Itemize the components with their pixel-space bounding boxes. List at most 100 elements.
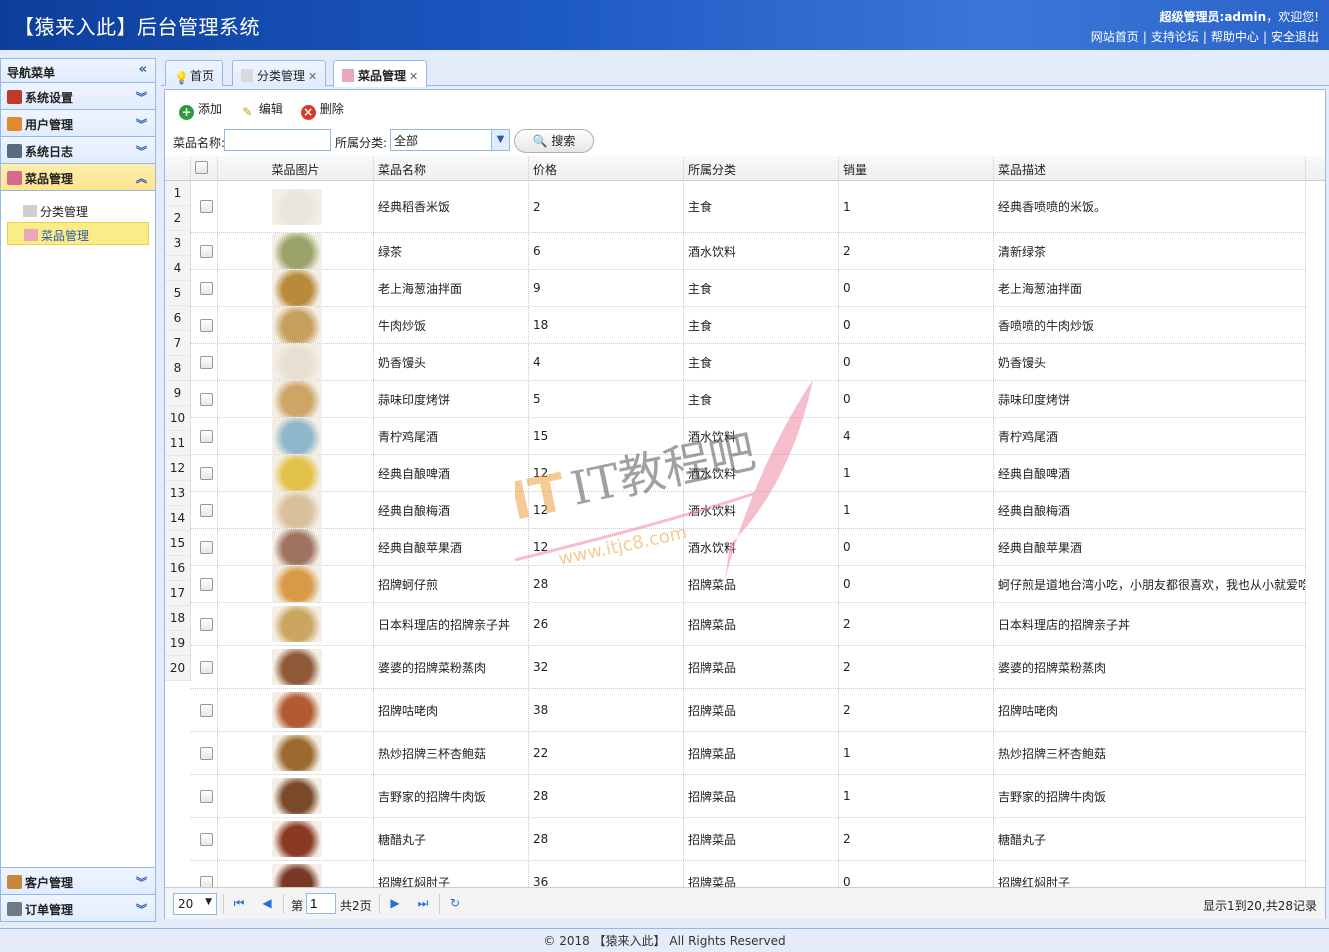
table-row[interactable]: 牛肉炒饭 18 主食 0 香喷喷的牛肉炒饭 xyxy=(191,307,1306,344)
edit-button[interactable]: ✎ 编辑 xyxy=(240,100,283,120)
row-checkbox[interactable] xyxy=(200,355,213,369)
chevron-down-icon[interactable]: ︾ xyxy=(136,874,147,890)
chevron-down-icon[interactable]: ︾ xyxy=(136,89,147,105)
row-checkbox[interactable] xyxy=(200,660,213,674)
sidebar-section-top-3[interactable]: 菜品管理 ︽ xyxy=(1,164,155,191)
table-row[interactable]: 经典自酿梅酒 12 酒水饮料 1 经典自酿梅酒 xyxy=(191,492,1306,529)
table-row[interactable]: 蒜味印度烤饼 5 主食 0 蒜味印度烤饼 xyxy=(191,381,1306,418)
cell-name: 招牌咕咾肉 xyxy=(374,689,529,731)
row-checkbox[interactable] xyxy=(200,503,213,517)
table-row[interactable]: 招牌红焖肘子 36 招牌菜品 0 招牌红焖肘子 xyxy=(191,861,1306,887)
add-button[interactable]: + 添加 xyxy=(179,100,222,120)
col-header-image[interactable]: 菜品图片 xyxy=(218,156,374,181)
category-select[interactable]: 全部 ▼ xyxy=(390,129,510,151)
table-row[interactable]: 热炒招牌三杯杏鲍菇 22 招牌菜品 1 热炒招牌三杯杏鲍菇 xyxy=(191,732,1306,775)
cell-category: 招牌菜品 xyxy=(684,818,839,860)
table-row[interactable]: 老上海葱油拌面 9 主食 0 老上海葱油拌面 xyxy=(191,270,1306,307)
row-checkbox[interactable] xyxy=(200,789,213,803)
row-checkbox[interactable] xyxy=(200,200,213,213)
sidebar-section-top-1[interactable]: 用户管理 ︾ xyxy=(1,110,155,137)
delete-button[interactable]: × 删除 xyxy=(300,100,344,120)
row-checkbox[interactable] xyxy=(200,875,213,887)
row-checkbox[interactable] xyxy=(200,746,213,760)
table-row[interactable]: 青柠鸡尾酒 15 酒水饮料 4 青柠鸡尾酒 xyxy=(191,418,1306,455)
cell-desc: 蒜味印度烤饼 xyxy=(994,381,1306,417)
link-support-forum[interactable]: 支持论坛 xyxy=(1151,30,1199,44)
select-all-checkbox[interactable] xyxy=(195,161,208,174)
table-row[interactable]: 绿茶 6 酒水饮料 2 清新绿茶 xyxy=(191,233,1306,270)
chevron-down-icon[interactable]: ︾ xyxy=(136,901,147,917)
col-header-sales[interactable]: 销量 xyxy=(839,156,994,181)
chevron-down-icon[interactable]: ▼ xyxy=(491,130,509,150)
first-page-icon[interactable]: ⏮ xyxy=(231,895,247,911)
row-checkbox[interactable] xyxy=(200,244,213,258)
row-checkbox[interactable] xyxy=(200,318,213,332)
table-row[interactable]: 奶香馒头 4 主食 0 奶香馒头 xyxy=(191,344,1306,381)
chevron-down-icon[interactable]: ︾ xyxy=(136,143,147,159)
row-checkbox[interactable] xyxy=(200,281,213,295)
row-checkbox[interactable] xyxy=(200,540,213,554)
col-header-category[interactable]: 所属分类 xyxy=(684,156,839,181)
prev-page-icon[interactable]: ◀ xyxy=(259,895,275,911)
page-number-input[interactable] xyxy=(306,893,336,914)
image-cell xyxy=(218,775,374,817)
row-checkbox[interactable] xyxy=(200,392,213,406)
app-header: 【猿来入此】后台管理系统 超级管理员:admin，欢迎您! 网站首页 | 支持论坛 |… xyxy=(0,0,1329,50)
cell-desc: 招牌红焖肘子 xyxy=(994,861,1306,887)
sidebar-section-bottom-1[interactable]: 订单管理 ︾ xyxy=(1,895,155,922)
cell-price: 12 xyxy=(529,529,684,565)
sidebar-section-bottom-0[interactable]: 客户管理 ︾ xyxy=(1,868,155,895)
table-row[interactable]: 吉野家的招牌牛肉饭 28 招牌菜品 1 吉野家的招牌牛肉饭 xyxy=(191,775,1306,818)
tab-dish-management[interactable]: 菜品管理 ✕ xyxy=(333,60,428,87)
link-help-center[interactable]: 帮助中心 xyxy=(1211,30,1259,44)
top-links: 网站首页 | 支持论坛 | 帮助中心 | 安全退出 xyxy=(1090,30,1319,44)
plus-icon: + xyxy=(179,105,194,120)
dish-thumbnail xyxy=(272,649,322,685)
row-checkbox[interactable] xyxy=(200,617,213,631)
table-row[interactable]: 婆婆的招牌菜粉蒸肉 32 招牌菜品 2 婆婆的招牌菜粉蒸肉 xyxy=(191,646,1306,689)
row-checkbox[interactable] xyxy=(200,703,213,717)
dish-name-input[interactable] xyxy=(224,129,331,151)
table-row[interactable]: 经典自酿啤酒 12 酒水饮料 1 经典自酿啤酒 xyxy=(191,455,1306,492)
cell-category: 主食 xyxy=(684,307,839,343)
sidebar-section-top-0[interactable]: 系统设置 ︾ xyxy=(1,83,155,110)
collapse-sidebar-icon[interactable]: « xyxy=(139,62,147,77)
chevron-down-icon[interactable]: ︾ xyxy=(136,116,147,132)
next-page-icon[interactable]: ▶ xyxy=(387,895,403,911)
tab-home[interactable]: 💡首页 xyxy=(165,60,224,86)
dish-thumbnail xyxy=(272,188,322,225)
tab-category-management[interactable]: 分类管理 ✕ xyxy=(232,60,327,86)
col-header-price[interactable]: 价格 xyxy=(529,156,684,181)
sidebar-sub-item-0[interactable]: 分类管理 xyxy=(1,199,155,222)
link-logout[interactable]: 安全退出 xyxy=(1271,30,1319,44)
col-header-desc[interactable]: 菜品描述 xyxy=(994,156,1306,181)
cell-sales: 0 xyxy=(839,307,994,343)
row-number: 12 xyxy=(165,456,190,481)
col-header-name[interactable]: 菜品名称 xyxy=(374,156,529,181)
search-button[interactable]: 🔍 搜索 xyxy=(514,129,594,153)
table-row[interactable]: 日本料理店的招牌亲子丼 26 招牌菜品 2 日本料理店的招牌亲子丼 xyxy=(191,603,1306,646)
row-checkbox[interactable] xyxy=(200,577,213,591)
table-row[interactable]: 招牌蚵仔煎 28 招牌菜品 0 蚵仔煎是道地台湾小吃，小朋友都很喜欢，我也从小就爱吃 xyxy=(191,566,1306,603)
sidebar-section-top-2[interactable]: 系统日志 ︾ xyxy=(1,137,155,164)
last-page-icon[interactable]: ⏭ xyxy=(415,895,431,911)
sidebar-sub-item-1[interactable]: 菜品管理 xyxy=(7,222,149,245)
table-row[interactable]: 招牌咕咾肉 38 招牌菜品 2 招牌咕咾肉 xyxy=(191,689,1306,732)
close-tab-icon[interactable]: ✕ xyxy=(308,70,317,83)
chevron-up-icon[interactable]: ︽ xyxy=(136,170,147,186)
refresh-icon[interactable]: ↻ xyxy=(447,895,463,911)
row-checkbox[interactable] xyxy=(200,466,213,480)
row-number: 5 xyxy=(165,281,190,306)
table-row[interactable]: 糖醋丸子 28 招牌菜品 2 糖醋丸子 xyxy=(191,818,1306,861)
cell-sales: 2 xyxy=(839,689,994,731)
tab-label: 分类管理 xyxy=(257,69,306,83)
row-checkbox[interactable] xyxy=(200,832,213,846)
link-site-home[interactable]: 网站首页 xyxy=(1091,30,1139,44)
cell-name-text: 热炒招牌三杯杏鲍菇 xyxy=(378,746,487,761)
page-size-select[interactable]: 20 ▼ xyxy=(173,893,217,915)
row-checkbox[interactable] xyxy=(200,429,213,443)
table-row[interactable]: 经典自酿苹果酒 12 酒水饮料 0 经典自酿苹果酒 xyxy=(191,529,1306,566)
select-cell xyxy=(191,529,218,565)
close-tab-icon[interactable]: ✕ xyxy=(409,70,418,83)
table-row[interactable]: 经典稻香米饭 2 主食 1 经典香喷喷的米饭。 xyxy=(191,181,1306,233)
